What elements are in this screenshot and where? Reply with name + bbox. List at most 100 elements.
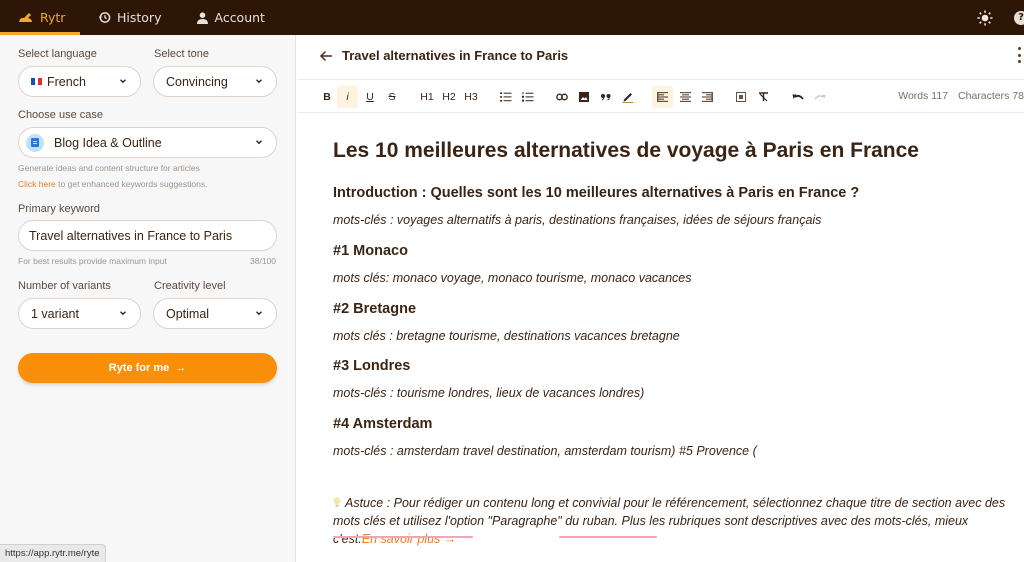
use-case-value: Blog Idea & Outline (54, 135, 162, 150)
variants-select[interactable]: 1 variant (18, 298, 141, 329)
redo-icon (814, 94, 826, 99)
clear-format-icon (758, 92, 768, 102)
primary-keyword-input[interactable]: Travel alternatives in France to Paris (18, 220, 277, 251)
section-keywords: mots-clés : tourisme londres, lieux de v… (333, 386, 645, 400)
chevron-down-icon (256, 311, 262, 316)
link-button[interactable] (552, 86, 572, 108)
nav-item-history[interactable]: History (84, 0, 175, 35)
quote-icon (601, 94, 611, 101)
intro-keywords: mots-clés : voyages alternatifs à paris,… (333, 213, 822, 227)
keyword-hint: For best results provide maximum input (18, 256, 167, 266)
arrow-right-icon: → (175, 362, 187, 374)
chevron-down-icon (120, 79, 126, 84)
more-options-icon[interactable] (1016, 47, 1022, 63)
embed-box-icon (736, 92, 746, 102)
sun-icon[interactable] (970, 3, 1000, 33)
use-case-select[interactable]: Blog Idea & Outline (18, 127, 277, 158)
chevron-down-icon (120, 311, 126, 316)
align-center-icon (679, 92, 691, 102)
history-icon (98, 11, 111, 24)
variants-label: Number of variants (18, 280, 111, 292)
embed-button[interactable] (731, 86, 751, 108)
section-heading: #3 Londres (333, 358, 411, 374)
section-heading: #4 Amsterdam (333, 416, 433, 432)
tone-value: Convincing (166, 74, 228, 89)
align-right-button[interactable] (697, 86, 717, 108)
chevron-down-icon (256, 140, 262, 145)
section-keywords: mots-clés : amsterdam travel destination… (333, 444, 757, 458)
section-keywords: mots clés: monaco voyage, monaco tourism… (333, 271, 692, 285)
nav-item-account[interactable]: Account (183, 0, 278, 35)
keyword-suggestion-text: to get enhanced keywords suggestions. (55, 179, 208, 189)
variants-value: 1 variant (31, 306, 79, 321)
bold-button[interactable]: B (317, 86, 337, 108)
language-select[interactable]: French (18, 66, 141, 97)
help-icon[interactable]: ? (1014, 10, 1024, 25)
creativity-label: Creativity level (154, 280, 226, 292)
learn-more-link[interactable]: En savoir plus → (362, 532, 456, 546)
image-icon (579, 92, 589, 102)
h2-button[interactable]: H2 (439, 86, 459, 108)
character-count: Characters 78 (958, 90, 1024, 102)
clear-format-button[interactable] (753, 86, 773, 108)
editor-panel: Travel alternatives in France to Paris B… (297, 35, 1024, 562)
align-center-button[interactable] (675, 86, 695, 108)
italic-button[interactable]: i (337, 86, 358, 108)
tone-select[interactable]: Convincing (153, 66, 277, 97)
blockquote-button[interactable] (596, 86, 616, 108)
document-stats: Words 117 Characters 78 (898, 90, 1024, 102)
bullet-list-icon (500, 92, 512, 102)
link-icon (556, 93, 568, 101)
spellcheck-underline (559, 536, 657, 538)
numbered-list-button[interactable] (518, 86, 538, 108)
redo-button[interactable] (810, 86, 830, 108)
nav-brand-rytr[interactable]: Rytr (0, 0, 80, 35)
lightbulb-icon (333, 497, 341, 507)
h1-button[interactable]: H1 (417, 86, 437, 108)
section-heading: #1 Monaco (333, 243, 408, 259)
document-header: Travel alternatives in France to Paris (297, 35, 1024, 79)
editor-content[interactable]: Les 10 meilleures alternatives de voyage… (297, 113, 1024, 562)
language-label: Select language (18, 48, 97, 60)
use-case-description: Generate ideas and content structure for… (18, 163, 200, 173)
pen-icon (622, 93, 634, 103)
creativity-value: Optimal (166, 306, 210, 321)
underline-button[interactable]: U (360, 86, 380, 108)
user-icon (197, 11, 209, 24)
creativity-select[interactable]: Optimal (153, 298, 277, 329)
nav-right: ? (970, 0, 1024, 35)
content-heading-1: Les 10 meilleures alternatives de voyage… (333, 139, 919, 162)
blog-document-icon (26, 133, 44, 152)
document-title: Travel alternatives in France to Paris (342, 48, 569, 63)
align-left-button[interactable] (652, 86, 673, 108)
chevron-down-icon (256, 79, 262, 84)
intro-heading: Introduction : Quelles sont les 10 meill… (333, 185, 860, 201)
nav-brand-label: Rytr (40, 10, 66, 25)
tone-label: Select tone (154, 48, 210, 60)
word-count: Words 117 (898, 90, 949, 102)
top-nav: Rytr History Account ? (0, 0, 1024, 35)
h3-button[interactable]: H3 (461, 86, 481, 108)
editor-toolbar: B i U S H1 H2 H3 Words 117 Characters 78 (297, 79, 1024, 113)
tip-paragraph: Astuce : Pour rédiger un contenu long et… (333, 494, 1013, 548)
back-arrow-icon[interactable] (319, 49, 333, 63)
french-flag-icon (31, 78, 43, 85)
align-right-icon (701, 92, 713, 102)
nav-item-history-label: History (117, 10, 162, 25)
bullet-list-button[interactable] (496, 86, 516, 108)
click-here-link[interactable]: Click here (18, 179, 56, 189)
section-keywords: mots clés : bretagne tourisme, destinati… (333, 329, 680, 343)
strikethrough-button[interactable]: S (382, 86, 402, 108)
align-left-icon (657, 92, 668, 102)
highlight-button[interactable] (618, 86, 638, 108)
ryte-for-me-button[interactable]: Ryte for me → (18, 353, 277, 383)
undo-button[interactable] (788, 86, 808, 108)
status-bar-url: https://app.rytr.me/ryte (0, 544, 106, 562)
ryte-button-label: Ryte for me (108, 362, 170, 374)
use-case-label: Choose use case (18, 109, 103, 121)
nav-item-account-label: Account (214, 10, 265, 25)
section-heading: #2 Bretagne (333, 301, 417, 317)
spellcheck-underline (333, 536, 473, 538)
image-button[interactable] (574, 86, 594, 108)
language-value: French (47, 74, 86, 89)
